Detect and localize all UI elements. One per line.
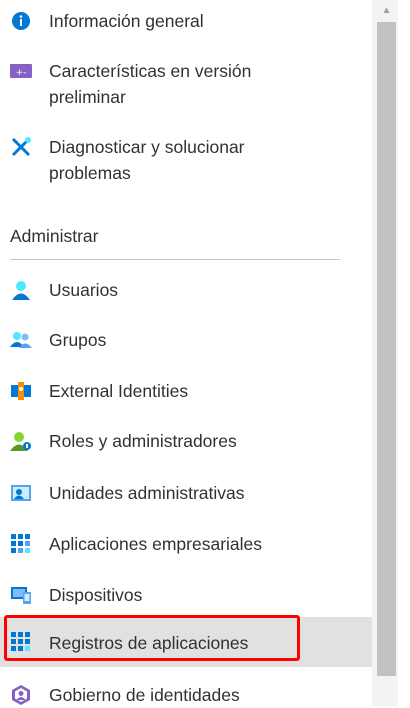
scrollbar-thumb[interactable]	[377, 22, 396, 676]
section-title-administrar: Administrar	[10, 226, 99, 246]
devices-icon	[10, 584, 32, 606]
roles-icon	[10, 430, 32, 452]
nav-item-label: Aplicaciones empresariales	[49, 534, 263, 554]
user-icon	[10, 279, 32, 301]
nav-item-dispositivos[interactable]: Dispositivos	[0, 582, 372, 608]
red-highlight-box	[4, 615, 300, 661]
nav-item-label: Diagnosticar y solucionar problemas	[49, 137, 245, 183]
nav-item-label: Dispositivos	[49, 585, 143, 605]
wrench-screwdriver-icon	[10, 136, 32, 158]
nav-item-label: Características en versión preliminar	[49, 61, 252, 107]
nav-item-usuarios[interactable]: Usuarios	[0, 277, 372, 303]
preview-features-icon: +-	[10, 60, 32, 82]
nav-item-roles-administradores[interactable]: Roles y administradores	[0, 428, 372, 454]
nav-item-informacion-general[interactable]: Información general	[0, 8, 372, 34]
nav-item-unidades-administrativas[interactable]: Unidades administrativas	[0, 480, 372, 506]
nav-item-label: External Identities	[49, 381, 189, 401]
nav-item-gobierno-identidades[interactable]: Gobierno de identidades	[0, 682, 372, 708]
right-edge	[398, 0, 410, 706]
nav-item-label: Unidades administrativas	[49, 483, 245, 503]
nav-item-label: Roles y administradores	[49, 431, 237, 451]
administrative-units-icon	[10, 482, 32, 504]
external-identities-icon	[10, 380, 32, 402]
nav-item-external-identities[interactable]: External Identities	[0, 378, 372, 404]
nav-item-label: Usuarios	[49, 280, 119, 300]
nav-item-diagnose-solve[interactable]: Diagnosticar y solucionar problemas	[0, 134, 372, 186]
enterprise-apps-icon	[10, 533, 32, 555]
nav-item-aplicaciones-empresariales[interactable]: Aplicaciones empresariales	[0, 531, 372, 557]
nav-item-preview-features[interactable]: +- Características en versión preliminar	[0, 58, 372, 110]
section-divider	[10, 259, 340, 260]
side-navigation: Información general +- Características e…	[0, 0, 372, 706]
nav-item-label: Gobierno de identidades	[49, 685, 240, 705]
nav-item-label: Información general	[49, 11, 204, 31]
identity-governance-icon	[10, 684, 32, 706]
svg-text:+-: +-	[16, 68, 27, 78]
group-icon	[10, 329, 32, 351]
scroll-up-arrow-icon[interactable]: ▲	[377, 2, 396, 18]
info-icon	[10, 10, 32, 32]
nav-item-grupos[interactable]: Grupos	[0, 327, 372, 353]
nav-item-label: Grupos	[49, 330, 107, 350]
